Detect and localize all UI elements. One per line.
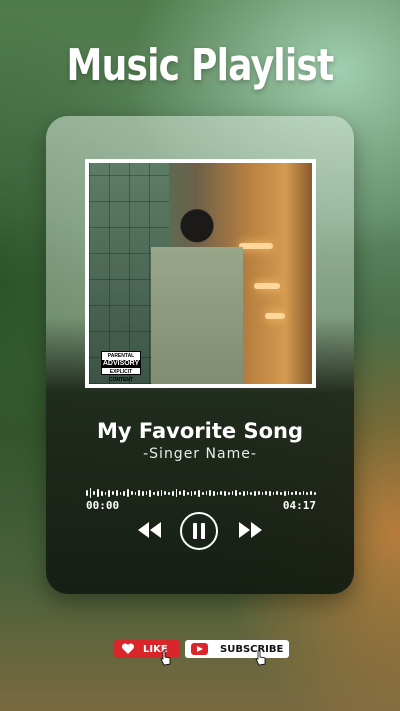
waveform-bar — [291, 491, 294, 495]
waveform-bar — [242, 490, 245, 496]
waveform-bar — [224, 490, 226, 496]
action-buttons: LIKE SUBSCRIBE — [0, 640, 400, 666]
waveform-bar — [194, 491, 197, 495]
pause-button[interactable] — [180, 512, 218, 550]
page-title: Music Playlist — [66, 40, 335, 91]
waveform-bar — [156, 490, 159, 496]
pause-icon — [193, 523, 205, 539]
waveform-bar — [302, 491, 305, 495]
waveform-bar — [171, 490, 174, 496]
waveform-bar — [168, 491, 170, 495]
waveform-bar — [130, 491, 133, 495]
ceiling-light — [239, 243, 273, 249]
waveform-bar — [190, 490, 193, 496]
waveform-bar — [246, 491, 249, 495]
waveform-bar — [280, 491, 282, 495]
waveform-bar — [153, 491, 155, 495]
waveform-bar — [164, 491, 167, 495]
waveform-bar — [175, 489, 178, 497]
ceiling-light — [254, 283, 280, 289]
waveform-bar — [250, 491, 253, 495]
waveform-bar — [104, 491, 107, 495]
waveform-bar — [227, 491, 230, 495]
waveform-bar — [201, 491, 204, 495]
person-figure — [151, 209, 243, 384]
waveform-bar — [272, 491, 275, 495]
waveform-bar — [265, 491, 267, 495]
waveform-bar — [283, 490, 286, 496]
waveform-bar — [89, 488, 92, 498]
time-elapsed: 00:00 — [86, 499, 120, 512]
waveform-bar — [115, 490, 118, 496]
album-cover: PARENTAL ADVISORY EXPLICIT CONTENT — [85, 159, 316, 388]
waveform-bar — [179, 491, 182, 495]
heart-icon — [121, 643, 135, 654]
waveform-bar — [268, 490, 271, 496]
waveform-bar — [306, 491, 309, 495]
waveform-bar — [149, 489, 152, 497]
waveform-bar — [127, 489, 129, 497]
hand-cursor-icon — [255, 650, 266, 666]
parental-advisory-label: PARENTAL ADVISORY EXPLICIT CONTENT — [101, 351, 141, 383]
waveform-bar — [138, 490, 141, 496]
waveform-bar — [100, 490, 103, 496]
waveform-bar — [220, 491, 223, 495]
player-card: PARENTAL ADVISORY EXPLICIT CONTENT My Fa… — [46, 116, 354, 594]
hand-cursor-icon — [160, 650, 171, 666]
waveform-bar — [212, 490, 215, 496]
waveform-bar — [261, 491, 264, 495]
fast-forward-icon — [239, 522, 262, 538]
waveform-bar — [231, 491, 234, 495]
waveform-bar — [142, 490, 144, 496]
waveform-bar — [134, 491, 137, 495]
waveform-bar — [235, 490, 238, 496]
waveform-bar — [97, 489, 99, 497]
waveform-bar — [119, 491, 122, 495]
waveform-bar — [257, 491, 260, 495]
subscribe-label: SUBSCRIBE — [220, 643, 284, 655]
waveform-bar — [145, 491, 148, 495]
singer-name: -Singer Name- — [143, 446, 257, 462]
fast-forward-button[interactable] — [236, 519, 264, 541]
subscribe-button[interactable]: SUBSCRIBE — [185, 640, 289, 658]
youtube-icon — [191, 643, 208, 655]
waveform-bar — [216, 491, 219, 495]
waveform-bar — [86, 490, 88, 496]
waveform-bar — [183, 490, 185, 496]
waveform-bar — [298, 491, 301, 495]
time-total: 04:17 — [282, 499, 316, 512]
waveform-bar — [287, 491, 290, 495]
waveform-bar — [276, 491, 279, 495]
progress-waveform[interactable] — [86, 486, 316, 500]
rewind-icon — [138, 522, 161, 538]
waveform-bar — [313, 491, 316, 495]
waveform-bar — [112, 491, 114, 495]
waveform-bar — [209, 490, 211, 496]
waveform-bar — [160, 490, 163, 496]
song-title: My Favorite Song — [97, 419, 303, 443]
waveform-bar — [186, 491, 189, 495]
waveform-bar — [198, 489, 200, 497]
waveform-bar — [310, 491, 312, 495]
rewind-button[interactable] — [136, 519, 164, 541]
waveform-bar — [205, 491, 208, 495]
waveform-bar — [108, 489, 111, 497]
waveform-bar — [123, 490, 126, 496]
waveform-bar — [254, 490, 256, 496]
waveform-bar — [295, 491, 297, 495]
waveform-bar — [239, 491, 241, 495]
waveform-bar — [93, 491, 96, 495]
ceiling-light — [265, 313, 285, 319]
